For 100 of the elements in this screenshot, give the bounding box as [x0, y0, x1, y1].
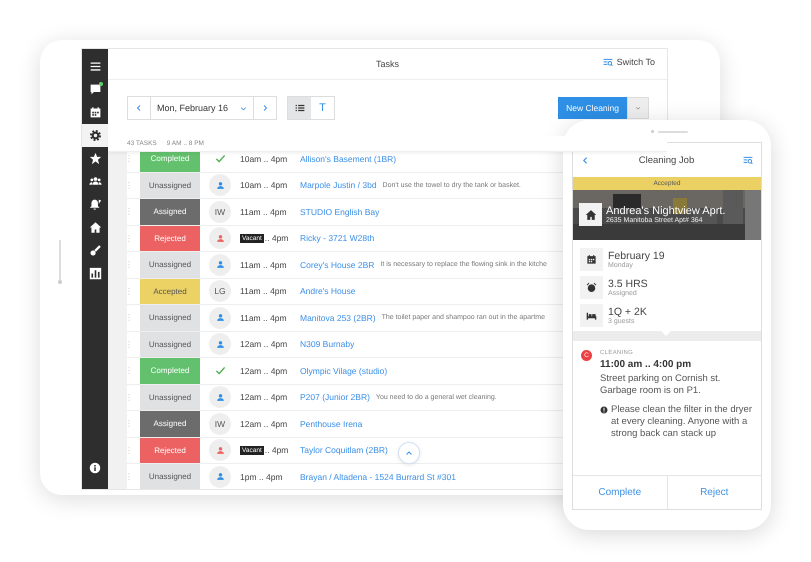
property-name: Andrea's Nightview Aprt.: [606, 205, 726, 217]
status-tag: Unassigned: [140, 384, 200, 410]
chart-icon: [88, 267, 102, 280]
task-row[interactable]: Accepted LG 11am .. 4pm Andre's House: [127, 278, 563, 305]
status-tag: Unassigned: [140, 305, 200, 330]
task-row[interactable]: Completed 10am .. 4pm Allison's Basement (1BR): [127, 152, 563, 172]
status-tag: Assigned: [140, 199, 200, 224]
chat-icon: [88, 83, 102, 96]
time-range: 12am .. 4pm: [240, 392, 288, 402]
chevron-up-icon: [405, 449, 413, 457]
switch-button[interactable]: Switch To: [602, 57, 655, 67]
status-tag: Unassigned: [140, 332, 200, 357]
property-link[interactable]: Taylor Coquitlam (2BR): [300, 445, 388, 456]
time-range: .. 4pm: [264, 445, 288, 456]
status-tag: Unassigned: [140, 464, 200, 489]
detail-value: 1Q + 2K: [608, 306, 647, 318]
property-link[interactable]: Penthouse Irena: [300, 418, 362, 429]
time-range: 12am .. 4pm: [240, 418, 288, 429]
status-tag: Accepted: [140, 278, 200, 304]
chevron-right-icon: [261, 104, 269, 112]
task-row[interactable]: Unassigned 12am .. 4pm N309 Burnaby: [127, 332, 563, 358]
switch-button[interactable]: [743, 155, 753, 165]
sensor-dot: [58, 280, 62, 284]
bell-icon: [88, 198, 102, 211]
switch-icon: [602, 57, 613, 67]
property-link[interactable]: Andre's House: [300, 286, 356, 296]
new-cleaning-button[interactable]: New Cleaning: [558, 97, 627, 119]
task-row[interactable]: Completed 12am .. 4pm Olympic Vilage (studio): [127, 358, 563, 384]
home-icon: [88, 221, 102, 234]
property-link[interactable]: Marpole Justin / 3bd: [300, 180, 377, 190]
person-icon: [216, 234, 224, 243]
date-text: Mon, February 16: [157, 103, 228, 113]
avatar: IW: [209, 200, 231, 223]
property-link[interactable]: Corey's House 2BR: [300, 260, 374, 270]
property-link[interactable]: Allison's Basement (1BR): [300, 154, 396, 164]
time-range: 10am .. 4pm: [240, 154, 288, 164]
warning-icon: [600, 406, 608, 414]
screen-title: Cleaning Job: [638, 154, 694, 166]
chevron-down-icon: [240, 104, 247, 112]
avatar: IW: [209, 412, 231, 435]
time-range: 10am .. 4pm: [240, 180, 288, 190]
task-row[interactable]: Assigned IW 11am .. 4pm STUDIO English Bay: [127, 199, 563, 226]
list-icon: [294, 103, 304, 113]
detail-value: February 19: [608, 250, 665, 262]
warning-text: Please clean the filter in the dryer at every cleaning. Anyone with a strong back can stack up: [611, 404, 753, 441]
time-range: 11am .. 4pm: [240, 312, 287, 323]
check-icon: [214, 365, 226, 376]
sidebar-item[interactable]: [82, 124, 108, 147]
task-row[interactable]: Assigned IW 12am .. 4pm Penthouse Irena: [127, 411, 563, 438]
status-tag: Completed: [140, 358, 200, 384]
chevron-left-icon: [135, 104, 143, 112]
calendar-icon: [586, 254, 597, 265]
person-icon: [216, 260, 224, 270]
home-icon: [584, 208, 596, 220]
property-link[interactable]: Ricky - 3721 W28th: [300, 233, 374, 244]
person-icon: [216, 446, 224, 455]
time-range: .. 4pm: [264, 233, 288, 244]
calendar-icon: [88, 106, 102, 119]
status-tag: Completed: [140, 152, 200, 172]
people-icon: [88, 175, 102, 188]
person-icon: [216, 472, 224, 482]
back-button[interactable]: [581, 156, 590, 164]
alarm-clock-icon: [586, 282, 597, 293]
time-range: 1pm .. 4pm: [240, 472, 283, 482]
time-range: 12am .. 4pm: [240, 339, 288, 350]
status-tag: Unassigned: [140, 172, 200, 198]
property-link[interactable]: Brayan / Altadena - 1524 Burrard St #301: [300, 472, 456, 482]
person-icon: [216, 313, 224, 322]
time-range: 11am .. 4pm: [240, 206, 287, 217]
time-range: 11am .. 4pm: [240, 286, 287, 296]
info-icon: [89, 462, 101, 474]
status-tag: Rejected: [140, 226, 200, 251]
time-range: 11am .. 4pm: [240, 260, 287, 270]
status-tag: Unassigned: [140, 252, 200, 278]
person-icon: [216, 340, 224, 349]
task-row[interactable]: Unassigned 1pm .. 4pm Brayan / Altadena - 1524 Burrard St #301: [127, 464, 563, 489]
property-link[interactable]: STUDIO English Bay: [300, 206, 380, 217]
back-icon: [581, 156, 590, 164]
time-range: 12am .. 4pm: [240, 366, 288, 376]
instruction-text: Street parking on Cornish st. Garbage room is on P1.: [600, 373, 722, 398]
caret-icon: [635, 105, 641, 111]
detail-value: 3.5 HRS: [608, 278, 648, 290]
person-icon: [216, 180, 224, 190]
person-icon: [216, 392, 224, 402]
property-link[interactable]: Olympic Vilage (studio): [300, 366, 388, 376]
bed-icon: [586, 310, 597, 321]
camera-dot: [651, 130, 654, 133]
time-range: 11:00 am .. 4:00 pm: [600, 359, 692, 370]
status-tag: Assigned: [140, 411, 200, 436]
property-link[interactable]: P207 (Junior 2BR): [300, 392, 370, 402]
switch-icon: [743, 155, 753, 165]
star-icon: [88, 152, 102, 165]
view-toggle[interactable]: [288, 97, 311, 119]
page-title: Tasks: [376, 59, 399, 69]
menu-icon: [88, 60, 102, 73]
property-link[interactable]: N309 Burnaby: [300, 339, 354, 350]
avatar: LG: [209, 280, 231, 302]
settings-icon: [88, 129, 102, 142]
property-link[interactable]: Manitova 253 (2BR): [300, 312, 376, 323]
brush-icon: [88, 244, 102, 257]
